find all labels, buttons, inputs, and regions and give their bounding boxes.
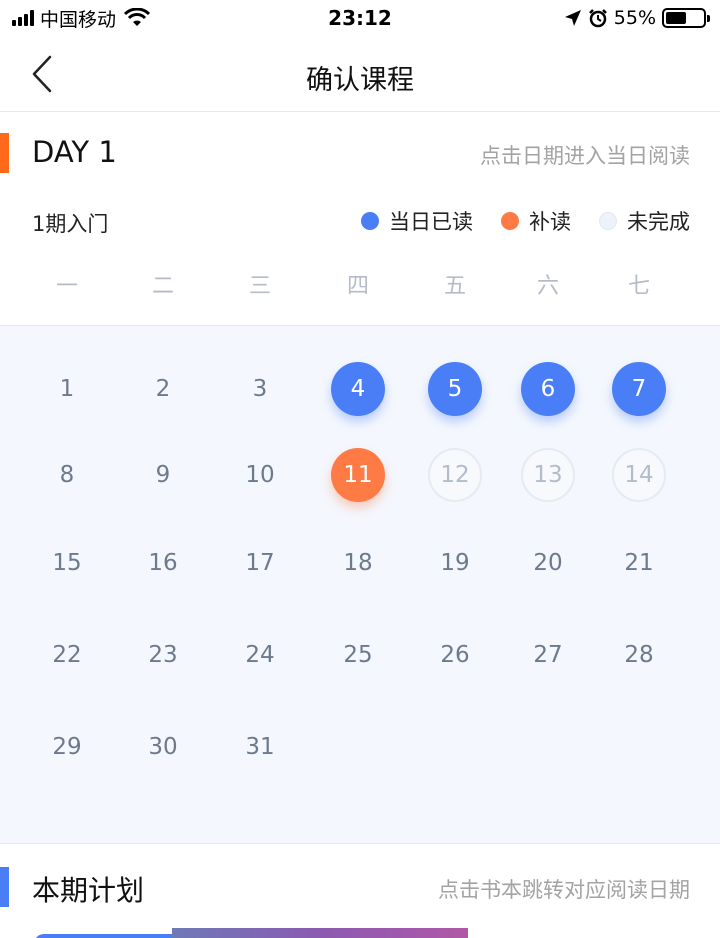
nav-bar: 确认课程: [0, 36, 720, 112]
weekday-label: 六: [536, 274, 559, 299]
legend-item-pending: 未完成: [599, 206, 690, 236]
legend-item-read: 当日已读: [361, 206, 473, 236]
location-arrow-icon: [564, 10, 581, 26]
legend-label-makeup: 补读: [529, 210, 571, 234]
calendar-day-1[interactable]: 1: [40, 362, 94, 416]
calendar-day-15[interactable]: 15: [40, 536, 94, 590]
day-accent-bar: [0, 133, 9, 173]
plan-hint: 点击书本跳转对应阅读日期: [438, 878, 690, 902]
calendar-day-19[interactable]: 19: [428, 536, 482, 590]
plan-title: 本期计划: [32, 874, 145, 907]
calendar-day-22[interactable]: 22: [40, 628, 94, 682]
period-label: 1期入门: [32, 212, 109, 236]
calendar-day-25[interactable]: 25: [331, 628, 385, 682]
status-right: 55%: [564, 6, 710, 30]
battery-level: [666, 12, 686, 24]
plan-accent-bar: [0, 867, 9, 907]
calendar-day-11[interactable]: 11: [331, 448, 385, 502]
calendar-day-24[interactable]: 24: [233, 628, 287, 682]
legend-label-read: 当日已读: [389, 210, 473, 234]
calendar-week-row: 22 23 24 25 26 27 28: [0, 628, 720, 688]
weekday-label: 七: [627, 274, 650, 299]
calendar-week-row: 1234567: [0, 362, 720, 422]
calendar-day-30[interactable]: 30: [136, 720, 190, 774]
battery-percent: 55%: [613, 7, 656, 29]
calendar-day-16[interactable]: 16: [136, 536, 190, 590]
calendar-day-31[interactable]: 31: [233, 720, 287, 774]
calendar-week-row: 15 16 17 18 19 20 21: [0, 536, 720, 596]
calendar-day-12[interactable]: 12: [428, 448, 482, 502]
calendar-day-6[interactable]: 6: [521, 362, 575, 416]
calendar-day-26[interactable]: 26: [428, 628, 482, 682]
alarm-icon: [588, 9, 607, 28]
calendar-day-5[interactable]: 5: [428, 362, 482, 416]
calendar-day-27[interactable]: 27: [521, 628, 575, 682]
legend-label-pending: 未完成: [627, 210, 690, 234]
calendar-day-13[interactable]: 13: [521, 448, 575, 502]
calendar-day-8[interactable]: 8: [40, 448, 94, 502]
calendar-week-row: 29 30 31: [0, 720, 720, 780]
battery-icon: [662, 8, 710, 28]
status-bar: 中国移动 23:12 55%: [0, 0, 720, 36]
calendar-day-29[interactable]: 29: [40, 720, 94, 774]
calendar-day-17[interactable]: 17: [233, 536, 287, 590]
weekday-label: 五: [443, 274, 466, 299]
day-hint: 点击日期进入当日阅读: [480, 144, 690, 168]
calendar-day-18[interactable]: 18: [331, 536, 385, 590]
book-cover[interactable]: [172, 928, 468, 938]
calendar-day-9[interactable]: 9: [136, 448, 190, 502]
calendar-day-2[interactable]: 2: [136, 362, 190, 416]
calendar-day-7[interactable]: 7: [612, 362, 666, 416]
weekday-header: 一二三四五六七: [0, 268, 720, 324]
weekday-label: 四: [346, 274, 369, 299]
calendar-day-10[interactable]: 10: [233, 448, 287, 502]
weekday-label: 二: [151, 274, 174, 299]
plan-header: 本期计划 点击书本跳转对应阅读日期: [0, 857, 720, 917]
legend-dot-makeup: [501, 212, 519, 230]
calendar-day-21[interactable]: 21: [612, 536, 666, 590]
calendar-day-23[interactable]: 23: [136, 628, 190, 682]
legend: 当日已读 补读 未完成: [333, 206, 690, 236]
weekday-label: 三: [248, 274, 271, 299]
calendar-grid: 1 2 3 4 5 6 7 8 9 10 11 12 13 14 15 16 17 18 19 20 21 22 23 24 2…: [0, 325, 720, 844]
plan-book-list: [0, 928, 720, 938]
legend-row: 1期入门 当日已读 补读 未完成: [0, 196, 720, 246]
calendar-day-4[interactable]: 4: [331, 362, 385, 416]
legend-item-makeup: 补读: [501, 206, 571, 236]
legend-dot-pending: [599, 212, 617, 230]
day-title: DAY 1: [32, 135, 117, 169]
day-header: DAY 1 点击日期进入当日阅读: [0, 123, 720, 183]
calendar-day-14[interactable]: 14: [612, 448, 666, 502]
calendar-day-28[interactable]: 28: [612, 628, 666, 682]
calendar-week-row: 8 9 10 11 12 13 14: [0, 448, 720, 508]
calendar-day-20[interactable]: 20: [521, 536, 575, 590]
weekday-label: 一: [55, 274, 78, 299]
legend-dot-read: [361, 212, 379, 230]
page-title: 确认课程: [306, 65, 414, 96]
book-cover[interactable]: [34, 934, 184, 938]
calendar-day-3[interactable]: 3: [233, 362, 287, 416]
